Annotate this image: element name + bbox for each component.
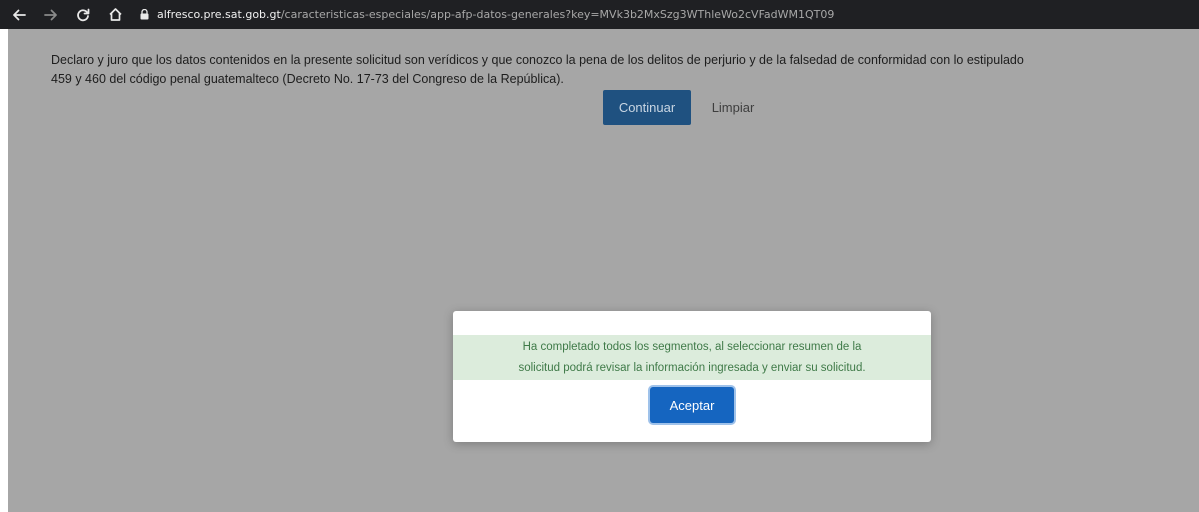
declaration-text: Declaro y juro que los datos contenidos … [51,51,1199,89]
lock-icon [140,9,149,20]
forward-button[interactable] [38,2,64,28]
arrow-left-icon [12,8,26,22]
alert-line-1: Ha completado todos los segmentos, al se… [522,340,862,353]
home-button[interactable] [102,2,128,28]
home-icon [108,7,123,22]
url-host: alfresco.pre.sat.gob.gt [157,8,281,21]
reload-button[interactable] [70,2,96,28]
success-alert: Ha completado todos los segmentos, al se… [453,335,931,380]
completion-modal: Ha completado todos los segmentos, al se… [453,311,931,442]
arrow-right-icon [44,8,58,22]
browser-toolbar: alfresco.pre.sat.gob.gt/caracteristicas-… [0,0,1199,29]
reload-icon [76,8,90,22]
url-path: /caracteristicas-especiales/app-afp-dato… [280,8,835,21]
alert-line-2: solicitud podrá revisar la información i… [518,361,866,374]
back-button[interactable] [6,2,32,28]
limpiar-button[interactable]: Limpiar [703,90,763,125]
aceptar-button[interactable]: Aceptar [650,387,734,423]
continuar-button[interactable]: Continuar [603,90,691,125]
declaration-line-2: 459 y 460 del código penal guatemalteco … [51,72,564,86]
declaration-line-1: Declaro y juro que los datos contenidos … [51,53,1024,67]
address-bar[interactable]: alfresco.pre.sat.gob.gt/caracteristicas-… [140,3,1199,27]
page-left-margin [0,29,8,512]
